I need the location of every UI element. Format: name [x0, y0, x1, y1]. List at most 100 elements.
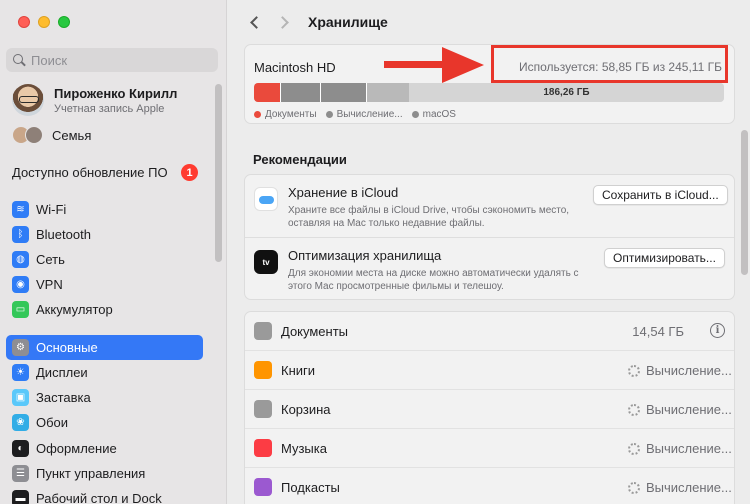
storage-segment-macos[interactable]	[367, 83, 409, 102]
control-center-icon: ☰	[12, 465, 29, 482]
sidebar-scrollbar[interactable]	[215, 84, 222, 262]
legend-item-macos: macOS	[411, 109, 456, 120]
sidebar-item-wifi[interactable]: ≋ Wi‑Fi	[6, 197, 203, 222]
sidebar-item-display[interactable]: ☀ Дисплеи	[6, 360, 203, 385]
storage-bar[interactable]: 186,26 ГБ	[254, 83, 724, 102]
sidebar-item-label: Оформление	[36, 441, 117, 456]
category-status-text: Вычисление...	[646, 441, 732, 456]
legend-item-calculating: Вычисление...	[325, 109, 403, 120]
disk-name: Macintosh HD	[254, 60, 336, 75]
storage-segment-documents[interactable]	[254, 83, 281, 102]
sidebar-item-dock[interactable]: ▬ Рабочий стол и Dock	[6, 486, 203, 504]
main-scrollbar[interactable]	[741, 130, 748, 275]
window-controls	[18, 16, 70, 28]
recommendation-title: Оптимизация хранилища	[288, 248, 442, 263]
family-avatars-icon	[12, 126, 44, 144]
annotation-arrow-shaft	[384, 61, 444, 68]
category-status: Вычисление...	[628, 402, 732, 417]
sidebar-item-wallpaper[interactable]: ❀ Обои	[6, 410, 203, 435]
recommendation-icloud: Хранение в iCloud Храните все файлы в iC…	[245, 175, 734, 237]
back-button[interactable]	[244, 12, 264, 32]
category-row-document[interactable]: Документы 14,54 ГБ i	[245, 312, 734, 351]
avatar	[12, 84, 44, 116]
search-box[interactable]	[6, 48, 218, 72]
family-item[interactable]: Семья	[12, 126, 91, 144]
network-icon: ◍	[12, 251, 29, 268]
category-status: Вычисление...	[628, 441, 732, 456]
storage-segment-calculating[interactable]	[281, 83, 321, 102]
sidebar-item-network[interactable]: ◍ Сеть	[6, 247, 203, 272]
sidebar-item-label: Bluetooth	[36, 227, 91, 242]
zoom-window-button[interactable]	[58, 16, 70, 28]
storage-legend: Документы Вычисление... macOS	[254, 109, 456, 120]
category-row-trash[interactable]: Корзина Вычисление...	[245, 390, 734, 429]
appearance-icon: ◐	[12, 440, 29, 457]
sidebar-item-appearance[interactable]: ◐ Оформление	[6, 436, 203, 461]
account-subtitle: Учетная запись Apple	[54, 102, 165, 115]
chevron-right-icon	[275, 15, 289, 29]
category-label: Подкасты	[281, 480, 340, 495]
document-icon	[254, 322, 272, 340]
search-input[interactable]	[31, 52, 191, 68]
sidebar-item-label: Основные	[36, 340, 98, 355]
vpn-icon: ◉	[12, 276, 29, 293]
category-label: Документы	[281, 324, 349, 339]
info-icon[interactable]: i	[710, 323, 725, 338]
wallpaper-icon: ❀	[12, 414, 29, 431]
chevron-left-icon	[249, 15, 263, 29]
recommendations-title: Рекомендации	[253, 152, 347, 167]
sidebar-item-control-center[interactable]: ☰ Пункт управления	[6, 461, 203, 486]
sidebar-item-label: Обои	[36, 415, 69, 430]
category-row-music[interactable]: Музыка Вычисление...	[245, 429, 734, 468]
legend-label: Вычисление...	[336, 109, 403, 120]
sidebar-item-label: Аккумулятор	[36, 302, 113, 317]
recommendation-title: Хранение в iCloud	[288, 185, 399, 200]
storage-categories-list: Документы 14,54 ГБ i Книги Вычисление... Корз…	[244, 311, 735, 504]
category-row-books[interactable]: Книги Вычисление...	[245, 351, 734, 390]
legend-dot-icon	[411, 111, 419, 118]
sidebar-item-battery[interactable]: ▭ Аккумулятор	[6, 297, 203, 322]
sidebar-item-bluetooth[interactable]: ᛒ Bluetooth	[6, 222, 203, 247]
category-row-podcasts[interactable]: Подкасты Вычисление...	[245, 468, 734, 504]
sidebar-item-screensaver[interactable]: ▣ Заставка	[6, 385, 203, 410]
storage-segment-calculating-2[interactable]	[321, 83, 367, 102]
sidebar-item-gear[interactable]: ⚙ Основные	[6, 335, 203, 360]
sidebar-item-label: Сеть	[36, 252, 65, 267]
store-in-icloud-button[interactable]: Сохранить в iCloud...	[593, 185, 728, 205]
dock-icon: ▬	[12, 490, 29, 504]
display-icon: ☀	[12, 364, 29, 381]
icloud-icon	[254, 187, 278, 211]
category-status-text: Вычисление...	[646, 402, 732, 417]
spinner-icon	[628, 403, 640, 416]
sidebar-item-vpn[interactable]: ◉ VPN	[6, 272, 203, 297]
recommendation-description: Храните все файлы в iCloud Drive, чтобы …	[288, 205, 570, 229]
books-icon	[254, 361, 272, 379]
software-update-item[interactable]: Доступно обновление ПО 1	[12, 164, 198, 181]
category-status: Вычисление...	[628, 480, 732, 495]
recommendations-card: Хранение в iCloud Храните все файлы в iC…	[244, 174, 735, 300]
apple-account[interactable]: Пироженко Кирилл Учетная запись Apple	[12, 84, 177, 116]
category-label: Книги	[281, 363, 316, 378]
screensaver-icon: ▣	[12, 389, 29, 406]
annotation-highlight-box	[491, 45, 728, 83]
spinner-icon	[628, 442, 640, 455]
sidebar-item-label: Пункт управления	[36, 466, 146, 481]
family-label: Семья	[52, 127, 92, 143]
legend-label: macOS	[422, 109, 456, 120]
page-title: Хранилище	[308, 14, 388, 30]
account-name: Пироженко Кирилл	[54, 85, 178, 101]
wifi-icon: ≋	[12, 201, 29, 218]
minimize-window-button[interactable]	[38, 16, 50, 28]
legend-item-documents: Документы	[254, 109, 317, 120]
sidebar-item-label: VPN	[36, 277, 63, 292]
trash-icon	[254, 400, 272, 418]
category-status-text: Вычисление...	[646, 363, 732, 378]
optimize-button[interactable]: Оптимизировать...	[604, 248, 725, 268]
forward-button[interactable]	[274, 12, 294, 32]
recommendation-optimize: tv Оптимизация хранилища Для экономии ме…	[245, 237, 734, 299]
legend-dot-icon	[325, 111, 333, 118]
legend-dot-icon	[254, 111, 261, 118]
gear-icon: ⚙	[12, 339, 29, 356]
close-window-button[interactable]	[18, 16, 30, 28]
legend-label: Документы	[265, 109, 317, 120]
